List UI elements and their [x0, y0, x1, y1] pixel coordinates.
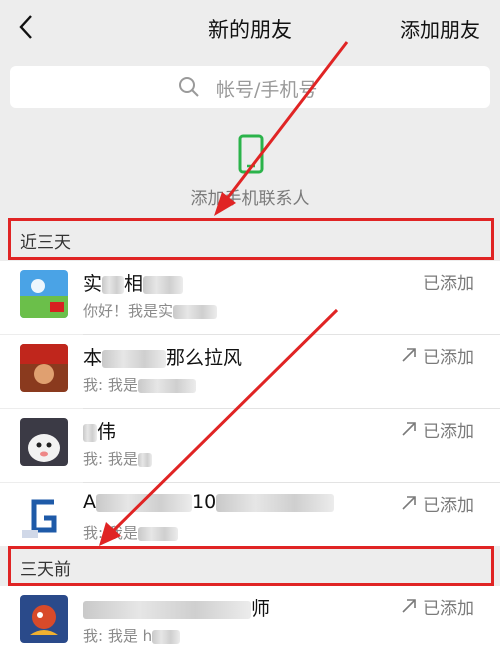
avatar	[20, 492, 68, 540]
contact-row[interactable]: 伟 我: 我是 已添加	[0, 409, 500, 482]
avatar	[20, 418, 68, 466]
contact-row[interactable]: 师 我: 我是 h 已添加	[0, 586, 500, 655]
contact-name: 师	[83, 594, 270, 621]
contact-name: 实相	[83, 269, 184, 296]
avatar	[20, 270, 68, 318]
contact-subtitle: 你好！我是实	[83, 300, 218, 321]
top-bar: 新的朋友 添加朋友	[0, 0, 500, 56]
contact-subtitle: 我: 我是	[83, 522, 178, 543]
avatar	[20, 344, 68, 392]
search-placeholder: 帐号/手机号	[216, 79, 318, 101]
add-phone-contacts[interactable]: 添加手机联系人	[0, 120, 500, 218]
avatar	[20, 595, 68, 643]
contact-row[interactable]: 本那么拉风 我: 我是 已添加	[0, 335, 500, 408]
arrow-up-right-icon	[402, 599, 416, 613]
arrow-up-right-icon	[402, 348, 416, 362]
contact-name: A 10	[83, 491, 335, 513]
status-added: 已添加	[423, 599, 474, 619]
arrow-up-right-icon	[402, 496, 416, 510]
status-added: 已添加	[423, 348, 474, 368]
contact-subtitle: 我: 我是	[83, 374, 196, 395]
contact-row[interactable]: 实相 你好！我是实 已添加	[0, 261, 500, 334]
add-friend-button[interactable]: 添加朋友	[400, 14, 480, 43]
arrow-up-right-icon	[402, 422, 416, 436]
contact-subtitle: 我: 我是	[83, 448, 152, 469]
add-phone-contacts-label: 添加手机联系人	[190, 189, 310, 209]
status-added: 已添加	[423, 496, 474, 516]
highlight-box-older	[8, 546, 494, 586]
phone-icon	[238, 134, 264, 174]
status-added: 已添加	[423, 422, 474, 442]
highlight-box-recent	[8, 218, 494, 260]
contact-subtitle: 我: 我是 h	[83, 625, 181, 646]
contact-name: 本那么拉风	[83, 347, 243, 369]
status-added: 已添加	[423, 274, 474, 294]
contact-name: 伟	[83, 417, 116, 444]
search-icon	[179, 77, 199, 97]
search-input[interactable]: 帐号/手机号	[10, 66, 490, 108]
